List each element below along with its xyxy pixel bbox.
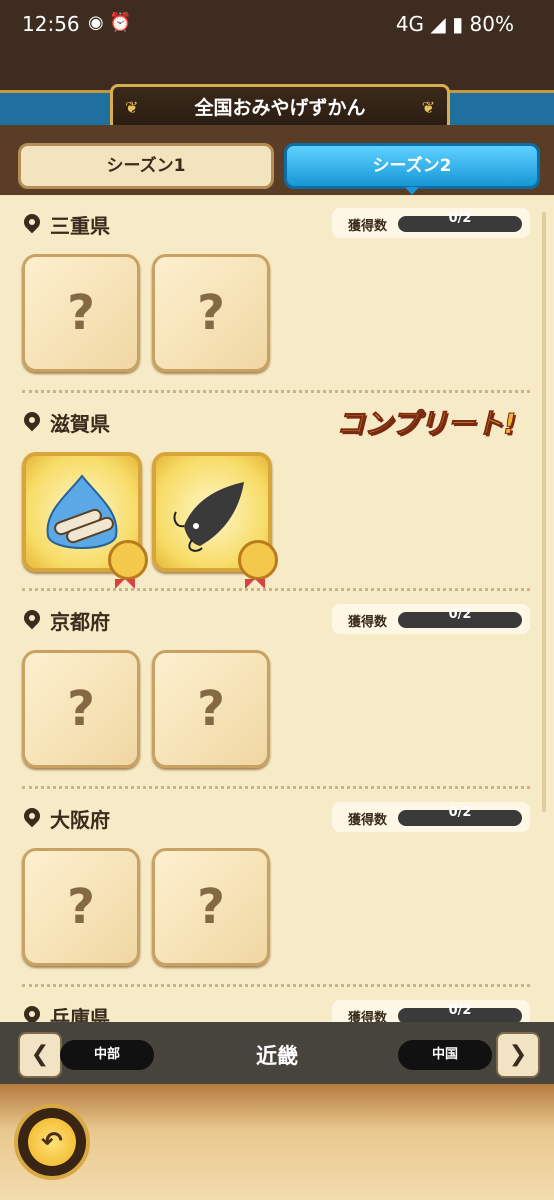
- prefecture-section-shiga: 滋賀県 コンプリート!: [0, 394, 540, 592]
- acquired-count-bar: 0/2: [398, 805, 522, 826]
- tab-season-2[interactable]: シーズン2: [284, 143, 540, 195]
- prefecture-name: 滋賀県: [50, 412, 110, 436]
- section-divider: [22, 390, 530, 393]
- status-right: 4G ◢ ▮ 80%: [396, 12, 514, 36]
- network-label: 4G: [395, 12, 425, 36]
- souvenir-slot-unknown[interactable]: ?: [22, 848, 140, 966]
- acquired-count-label: 獲得数: [348, 1011, 388, 1022]
- ornament-left-icon: ❦: [125, 98, 139, 117]
- return-arrow-icon: ↶: [28, 1118, 76, 1166]
- prev-region-label[interactable]: 中部: [60, 1040, 154, 1070]
- acquired-count-value: 0/2: [448, 607, 472, 622]
- acquired-count-label: 獲得数: [348, 219, 388, 234]
- acquired-count-box: 獲得数 0/2: [332, 208, 530, 238]
- section-divider: [22, 984, 530, 987]
- current-region-title: 近畿: [256, 1044, 298, 1068]
- status-time: 12:56: [22, 12, 80, 36]
- souvenir-slot-unknown[interactable]: ?: [152, 848, 270, 966]
- complete-badge: コンプリート!: [336, 407, 517, 441]
- acquired-count-bar: 0/2: [398, 607, 522, 628]
- medal-icon: [238, 540, 278, 589]
- chevron-right-icon: ❯: [508, 1042, 528, 1067]
- souvenir-slot-scrolls[interactable]: [22, 452, 148, 589]
- souvenir-slot-unknown[interactable]: ?: [22, 650, 140, 768]
- souvenir-slot-catfish[interactable]: [152, 452, 278, 589]
- prefecture-name: 三重県: [50, 214, 110, 238]
- prefecture-section-mie: 三重県 獲得数 0/2 ? ?: [0, 196, 540, 394]
- back-button[interactable]: ↶: [14, 1104, 90, 1180]
- souvenir-slot-unknown[interactable]: ?: [152, 254, 270, 372]
- scrollbar[interactable]: [542, 212, 546, 812]
- acquired-count-bar: 0/2: [398, 211, 522, 232]
- location-pin-icon: [20, 804, 44, 828]
- acquired-count-value: 0/2: [448, 1003, 472, 1018]
- medal-icon: [108, 540, 148, 589]
- souvenir-slot-unknown[interactable]: ?: [22, 254, 140, 372]
- prev-region-button[interactable]: ❮: [18, 1032, 62, 1078]
- status-bar: 12:56 ◉ ⏰ 4G ◢ ▮ 80%: [0, 0, 554, 50]
- alarm-icon: ◉ ⏰: [88, 12, 132, 33]
- page-title: 全国おみやげずかん: [194, 97, 366, 119]
- acquired-count-bar: 0/2: [398, 1003, 522, 1022]
- ornament-right-icon: ❦: [421, 98, 435, 117]
- souvenir-slot-unknown[interactable]: ?: [152, 650, 270, 768]
- location-pin-icon: [20, 408, 44, 432]
- acquired-count-value: 0/2: [448, 805, 472, 820]
- prefecture-name: 兵庫県: [50, 1006, 110, 1022]
- battery-label: 80%: [469, 12, 514, 36]
- location-pin-icon: [20, 210, 44, 234]
- section-divider: [22, 786, 530, 789]
- acquired-count-box: 獲得数 0/2: [332, 604, 530, 634]
- prefecture-name: 大阪府: [50, 808, 110, 832]
- section-divider: [22, 588, 530, 591]
- acquired-count-label: 獲得数: [348, 615, 388, 630]
- signal-icon: ◢: [430, 12, 446, 36]
- tab-season-1[interactable]: シーズン1: [18, 143, 274, 189]
- prefecture-section-osaka: 大阪府 獲得数 0/2 ? ?: [0, 790, 540, 988]
- acquired-count-box: 獲得数 0/2: [332, 1000, 530, 1022]
- prefecture-section-hyogo: 兵庫県 獲得数 0/2: [0, 988, 540, 1022]
- next-region-label[interactable]: 中国: [398, 1040, 492, 1070]
- acquired-count-box: 獲得数 0/2: [332, 802, 530, 832]
- battery-icon: ▮: [452, 12, 464, 36]
- acquired-count-value: 0/2: [448, 211, 472, 226]
- prefecture-name: 京都府: [50, 610, 110, 634]
- prefecture-section-kyoto: 京都府 獲得数 0/2 ? ?: [0, 592, 540, 790]
- next-region-button[interactable]: ❯: [496, 1032, 540, 1078]
- prefecture-list[interactable]: 三重県 獲得数 0/2 ? ? 滋賀県 コンプリート! 京都府 獲得数 0/2 …: [0, 196, 554, 1022]
- chevron-left-icon: ❮: [30, 1042, 50, 1067]
- acquired-count-label: 獲得数: [348, 813, 388, 828]
- location-pin-icon: [20, 1002, 44, 1022]
- location-pin-icon: [20, 606, 44, 630]
